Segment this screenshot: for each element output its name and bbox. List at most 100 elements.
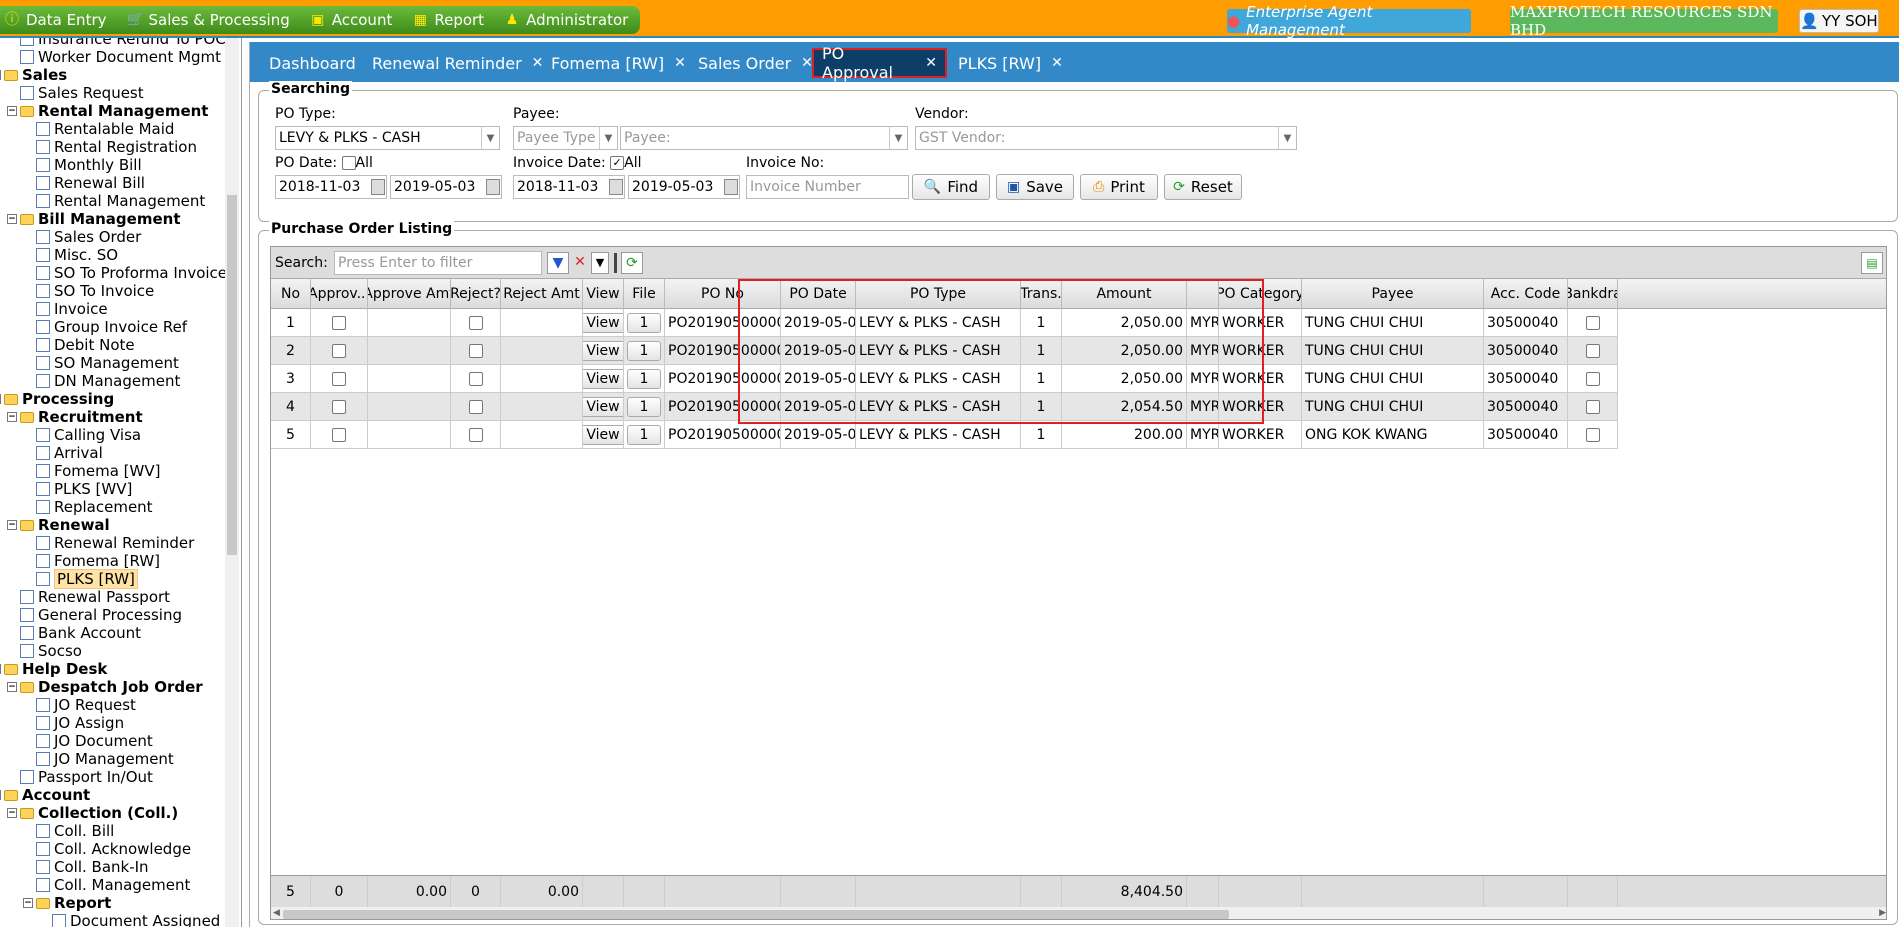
sidebar-item[interactable]: Monthly Bill: [36, 156, 142, 174]
sidebar-item[interactable]: Fomema [WV]: [36, 462, 160, 480]
view-button[interactable]: View: [583, 396, 623, 417]
sidebar-item[interactable]: General Processing: [20, 606, 182, 624]
clear-filter-icon[interactable]: ✕: [571, 252, 589, 274]
menu-administrator[interactable]: ♟ Administrator: [504, 11, 629, 29]
sidebar-item[interactable]: Coll. Management: [36, 876, 190, 894]
sidebar-item[interactable]: Coll. Bill: [36, 822, 114, 840]
sidebar-item[interactable]: − Despatch Job Order: [7, 678, 203, 696]
column-header[interactable]: PO No: [665, 279, 781, 309]
menu-sales-processing[interactable]: 🛒 Sales & Processing: [127, 11, 290, 29]
approve-checkbox[interactable]: [332, 343, 346, 358]
column-header[interactable]: PO Date: [781, 279, 856, 309]
column-header[interactable]: Approv...: [311, 279, 368, 309]
sidebar-item[interactable]: SO Management: [36, 354, 179, 372]
table-row[interactable]: 3View1PO20190500000342019-05-02LEVY & PL…: [271, 365, 1618, 393]
collapse-toggle[interactable]: −: [7, 106, 17, 116]
sidebar-item[interactable]: Renewal Reminder: [36, 534, 194, 552]
tab-dashboard[interactable]: Dashboard: [261, 48, 364, 78]
bankdraft-checkbox[interactable]: [1585, 315, 1600, 330]
sidebar-item[interactable]: − Rental Management: [7, 102, 208, 120]
invoice-date-to-input[interactable]: 2019-05-03: [628, 175, 740, 199]
invoice-number-input[interactable]: Invoice Number: [746, 175, 909, 199]
po-date-all-checkbox[interactable]: [341, 156, 356, 170]
approve-checkbox[interactable]: [332, 371, 346, 386]
menu-account[interactable]: ▣ Account: [310, 11, 392, 29]
sidebar-item[interactable]: − Renewal: [7, 516, 110, 534]
sidebar-scroll-thumb[interactable]: [227, 195, 237, 555]
reject-checkbox[interactable]: [468, 343, 483, 358]
column-header[interactable]: Bankdra: [1568, 279, 1618, 309]
collapse-toggle[interactable]: −: [7, 412, 17, 422]
sidebar-item[interactable]: PLKS [WV]: [36, 480, 132, 498]
sidebar-item[interactable]: Arrival: [36, 444, 103, 462]
print-button[interactable]: ⎙ Print: [1080, 174, 1158, 200]
sidebar-item[interactable]: JO Assign: [36, 714, 124, 732]
tab-sales-order[interactable]: Sales Order ✕: [690, 48, 821, 78]
column-header[interactable]: View: [583, 279, 624, 309]
sidebar-item[interactable]: JO Management: [36, 750, 174, 768]
sidebar-item[interactable]: Sales Order: [36, 228, 141, 246]
refresh-icon[interactable]: ⟳: [621, 252, 643, 274]
tab-po-approval[interactable]: PO Approval ✕: [812, 44, 947, 82]
sidebar-item[interactable]: − Processing: [0, 390, 114, 408]
reject-checkbox[interactable]: [468, 399, 483, 414]
calendar-icon[interactable]: [724, 179, 738, 195]
sidebar-item[interactable]: Coll. Bank-In: [36, 858, 149, 876]
approve-checkbox[interactable]: [332, 399, 346, 414]
close-icon[interactable]: ✕: [674, 55, 686, 71]
sidebar-item[interactable]: Insurance Refund To POC: [20, 38, 226, 48]
bankdraft-checkbox[interactable]: [1585, 399, 1600, 414]
sidebar-item[interactable]: Misc. SO: [36, 246, 118, 264]
collapse-toggle[interactable]: −: [7, 682, 17, 692]
find-button[interactable]: 🔍 Find: [912, 174, 990, 200]
column-header[interactable]: File: [624, 279, 665, 309]
file-count-button[interactable]: 1: [626, 424, 662, 445]
calendar-icon[interactable]: [609, 179, 623, 195]
chevron-down-icon[interactable]: ▼: [591, 252, 609, 274]
sidebar-item[interactable]: − Collection (Coll.): [7, 804, 178, 822]
sidebar-item[interactable]: Passport In/Out: [20, 768, 153, 786]
sidebar-item[interactable]: Calling Visa: [36, 426, 141, 444]
column-header[interactable]: PO Category: [1219, 279, 1302, 309]
menu-data-entry[interactable]: ⓘ Data Entry: [4, 11, 107, 29]
bankdraft-checkbox[interactable]: [1585, 427, 1600, 442]
sidebar-item[interactable]: − Recruitment: [7, 408, 143, 426]
sidebar-item[interactable]: Invoice: [36, 300, 108, 318]
approve-checkbox[interactable]: [332, 315, 346, 330]
file-count-button[interactable]: 1: [626, 340, 662, 361]
sidebar-item[interactable]: − Report: [23, 894, 111, 912]
close-icon[interactable]: ✕: [1051, 55, 1063, 71]
bankdraft-checkbox[interactable]: [1585, 343, 1600, 358]
sidebar-item[interactable]: Rental Management: [36, 192, 205, 210]
column-header[interactable]: Reject?: [451, 279, 501, 309]
sidebar-item[interactable]: Socso: [20, 642, 82, 660]
excel-export-icon[interactable]: ▤: [1861, 252, 1883, 274]
sidebar-item[interactable]: − Sales: [0, 66, 67, 84]
sidebar-item[interactable]: PLKS [RW]: [36, 569, 138, 589]
vendor-select[interactable]: GST Vendor: ▼: [915, 126, 1297, 150]
file-count-button[interactable]: 1: [626, 396, 662, 417]
view-button[interactable]: View: [583, 340, 623, 361]
sidebar-item[interactable]: − Account: [0, 786, 90, 804]
collapse-toggle[interactable]: −: [7, 520, 17, 530]
column-header[interactable]: Trans.: [1021, 279, 1062, 309]
bankdraft-checkbox[interactable]: [1585, 371, 1600, 386]
module-badge[interactable]: ● Enterprise Agent Management: [1227, 3, 1471, 39]
sidebar-item[interactable]: SO To Proforma Invoice: [36, 264, 227, 282]
user-menu[interactable]: 👤 YY SOH: [1799, 9, 1879, 33]
tab-plks-rw[interactable]: PLKS [RW] ✕: [950, 48, 1071, 78]
sidebar-item[interactable]: JO Request: [36, 696, 136, 714]
column-header[interactable]: Amount: [1062, 279, 1187, 309]
calendar-icon[interactable]: [486, 179, 500, 195]
collapse-toggle[interactable]: −: [0, 394, 1, 404]
column-header[interactable]: No: [271, 279, 311, 309]
sidebar-item[interactable]: Coll. Acknowledge: [36, 840, 191, 858]
table-row[interactable]: 4View1PO20190500000352019-05-02LEVY & PL…: [271, 393, 1618, 421]
po-type-select[interactable]: LEVY & PLKS - CASH ▼: [275, 126, 500, 150]
sidebar-item[interactable]: Rentalable Maid: [36, 120, 174, 138]
sidebar-item[interactable]: Worker Document Mgmt: [20, 48, 221, 66]
sidebar-item[interactable]: DN Management: [36, 372, 180, 390]
sidebar-item[interactable]: Renewal Bill: [36, 174, 145, 192]
reject-checkbox[interactable]: [468, 371, 483, 386]
column-header[interactable]: Acc. Code: [1484, 279, 1568, 309]
